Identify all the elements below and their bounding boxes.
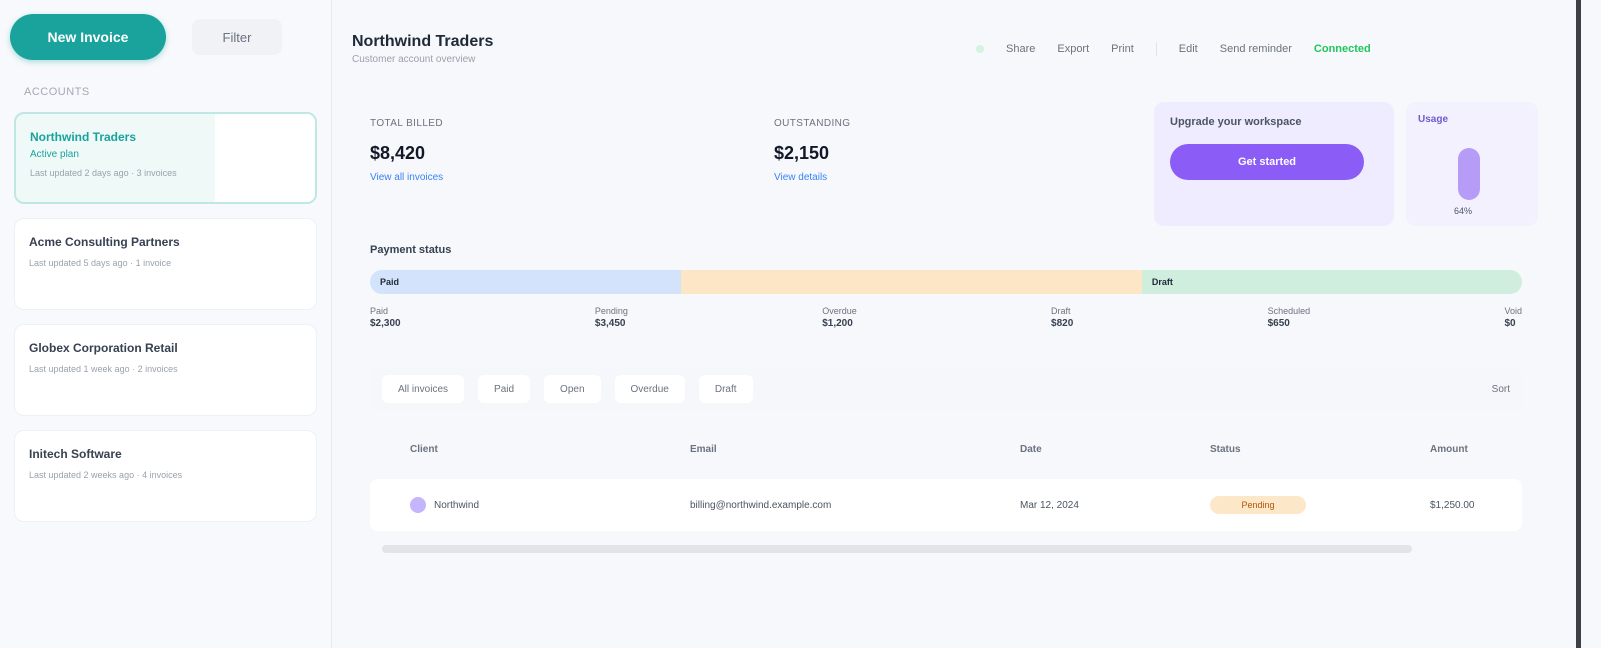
promo-card: Upgrade your workspace Get started [1154,102,1394,226]
email-cell: billing@northwind.example.com [690,499,832,511]
title-block: Northwind Traders Customer account overv… [346,33,946,65]
legend-item: Pending $3,450 [594,306,628,329]
legend-item: Overdue $1,200 [822,306,857,329]
divider [1155,42,1157,56]
section-label: Accounts [24,86,90,98]
legend-value: $2,300 [370,318,401,329]
new-invoice-button[interactable]: New Invoice [10,14,166,60]
filter-overdue[interactable]: Overdue [614,375,685,403]
breakdown-segment [681,270,1142,294]
promo-button[interactable]: Get started [1170,144,1364,180]
breakdown-title: Payment status [370,244,452,256]
filter-all[interactable]: All invoices [382,375,465,403]
legend-item: Draft $820 [1051,306,1074,329]
account-card-1[interactable]: Northwind Traders Active plan Last updat… [14,112,317,204]
page-title: Northwind Traders [352,33,494,50]
col-amount[interactable]: Amount [1430,444,1562,455]
avatar [410,497,426,513]
stat-link[interactable]: View details [774,172,1130,183]
page-subtitle: Customer account overview [352,54,476,65]
account-meta: Last updated 2 weeks ago · 4 invoices [29,470,183,480]
table-row[interactable]: Northwind billing@northwind.example.com … [370,479,1522,531]
col-client[interactable]: Client [410,444,690,455]
client-name: Northwind [434,499,480,511]
edit-action[interactable]: Edit [1179,43,1198,55]
send-reminder-action[interactable]: Send reminder [1220,43,1292,55]
card-preview [216,325,316,415]
top-actions: Share Export Print Edit Send reminder Co… [976,42,1371,56]
account-meta: Last updated 2 days ago · 3 invoices [30,168,177,178]
usage-label: 64% [1454,206,1473,216]
card-preview [216,219,316,309]
legend-value: $0 [1504,318,1516,329]
filter-paid[interactable]: Paid [478,375,531,403]
legend-value: $3,450 [594,318,626,329]
sidebar-top-actions: New Invoice Filter [0,0,331,60]
account-title: Initech Software [29,447,122,461]
breakdown-segment: Paid [370,270,682,294]
stat-outstanding: Outstanding $2,150 View details [750,96,1154,226]
stat-label: Total billed [370,118,443,129]
scrollbar-edge [1576,0,1581,648]
legend-value: $1,200 [822,318,853,329]
account-title: Acme Consulting Partners [29,235,180,249]
vertical-scrollbar[interactable] [1567,0,1601,648]
usage-title: Usage [1418,114,1449,125]
legend-item: Paid $2,300 [370,306,401,329]
stat-label: Outstanding [774,118,851,129]
filter-draft[interactable]: Draft [698,375,753,403]
breakdown-bar: Paid Draft [370,270,1522,294]
horizontal-scrollbar[interactable] [382,545,1412,553]
client-cell: Northwind [410,497,690,513]
sidebar: New Invoice Filter Accounts Northwind Tr… [0,0,332,648]
filter-button[interactable]: Filter [192,19,282,55]
stat-link[interactable]: View all invoices [370,172,726,183]
card-preview [216,431,316,521]
status-badge: Pending [1210,496,1306,514]
legend-value: $820 [1051,318,1074,329]
sort-control[interactable]: Sort [1492,384,1510,395]
connection-status: Connected [1313,43,1371,55]
account-sub: Active plan [30,149,79,160]
main-content: Total billed $8,420 View all invoices Ou… [346,96,1556,648]
stat-value: $8,420 [370,143,426,163]
export-action[interactable]: Export [1057,43,1089,55]
date-cell: Mar 12, 2024 [1020,499,1079,511]
table-header: Client Email Date Status Amount [370,429,1522,469]
share-action[interactable]: Share [1006,43,1035,55]
account-card-2[interactable]: Acme Consulting Partners Last updated 5 … [14,218,317,310]
account-title: Globex Corporation Retail [29,341,178,355]
col-status[interactable]: Status [1210,444,1430,455]
legend-item: Scheduled $650 [1267,306,1311,329]
col-email[interactable]: Email [690,444,1020,455]
legend-item: Void $0 [1504,306,1522,329]
breakdown-segment: Draft [1141,270,1522,294]
account-meta: Last updated 1 week ago · 2 invoices [29,364,178,374]
usage-bar [1458,148,1480,200]
filter-open[interactable]: Open [544,375,601,403]
legend-value: $650 [1267,318,1290,329]
invoice-table: Client Email Date Status Amount Northwin… [370,429,1522,531]
filter-bar: All invoices Paid Open Overdue Draft Sor… [370,367,1522,411]
top-bar: Northwind Traders Customer account overv… [346,18,1546,80]
breakdown-legend: Paid $2,300 Pending $3,450 Overdue $1,200 Draf… [370,306,1522,329]
amount-cell: $1,250.00 [1430,499,1475,511]
promo-title: Upgrade your workspace [1170,116,1302,128]
account-card-3[interactable]: Globex Corporation Retail Last updated 1… [14,324,317,416]
stat-total-billed: Total billed $8,420 View all invoices [346,96,750,226]
card-preview [215,114,315,202]
stat-value: $2,150 [774,143,830,163]
col-date[interactable]: Date [1020,444,1210,455]
account-title: Northwind Traders [30,130,137,144]
account-card-4[interactable]: Initech Software Last updated 2 weeks ag… [14,430,317,522]
account-list: Northwind Traders Active plan Last updat… [0,112,331,522]
account-meta: Last updated 5 days ago · 1 invoice [29,258,172,268]
status-dot-icon [976,45,984,53]
usage-card: Usage 64% [1406,102,1538,226]
stats-row: Total billed $8,420 View all invoices Ou… [346,96,1556,226]
print-action[interactable]: Print [1111,43,1134,55]
